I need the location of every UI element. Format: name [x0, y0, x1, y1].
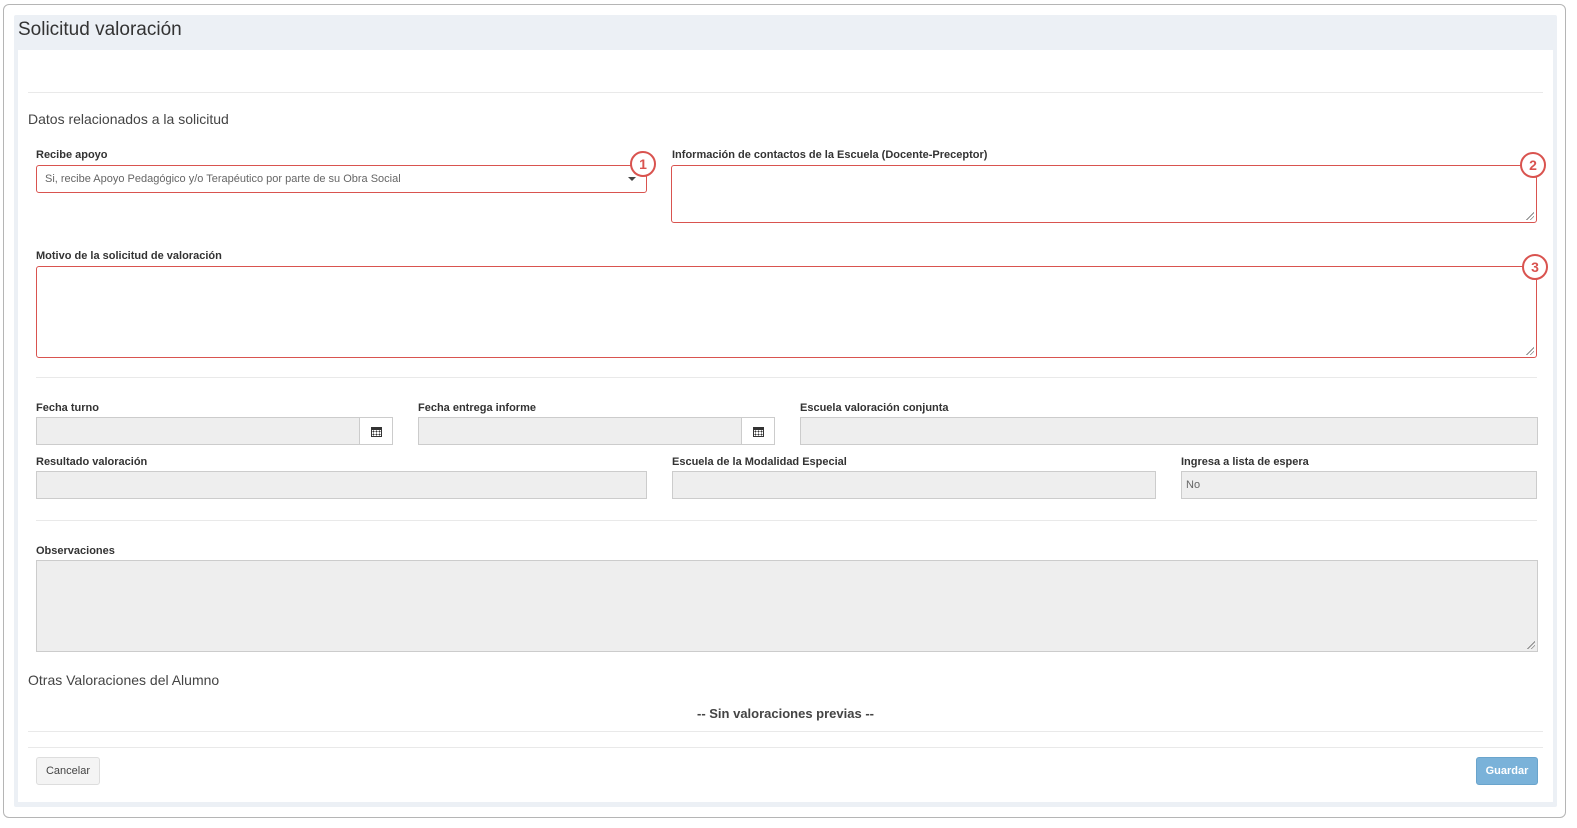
- annotation-badge-1: 1: [630, 151, 656, 177]
- window-frame: Solicitud valoración Datos relacionados …: [3, 4, 1566, 818]
- motivo-label: Motivo de la solicitud de valoración: [36, 250, 222, 262]
- caret-down-icon: [628, 177, 636, 181]
- motivo-textarea[interactable]: [36, 266, 1537, 358]
- recibe-apoyo-label: Recibe apoyo: [36, 149, 108, 161]
- solicitud-panel: Solicitud valoración Datos relacionados …: [14, 15, 1557, 807]
- fecha-turno-input[interactable]: [36, 417, 360, 445]
- divider: [28, 92, 1543, 93]
- resize-grip-icon[interactable]: [1526, 212, 1534, 220]
- observaciones-label: Observaciones: [36, 545, 115, 557]
- save-button[interactable]: Guardar: [1476, 757, 1538, 785]
- resultado-input[interactable]: [36, 471, 647, 499]
- fecha-entrega-calendar-button[interactable]: [741, 417, 775, 445]
- section-title-datos: Datos relacionados a la solicitud: [28, 111, 229, 127]
- section-title-otras: Otras Valoraciones del Alumno: [28, 672, 220, 688]
- resize-grip-icon[interactable]: [1527, 641, 1535, 649]
- recibe-apoyo-value: Si, recibe Apoyo Pedagógico y/o Terapéut…: [45, 173, 401, 185]
- empty-valoraciones-text: -- Sin valoraciones previas --: [696, 706, 874, 721]
- cancel-button[interactable]: Cancelar: [36, 757, 100, 785]
- fecha-turno-calendar-button[interactable]: [359, 417, 393, 445]
- divider: [36, 520, 1537, 521]
- observaciones-textarea[interactable]: [36, 560, 1538, 652]
- panel-body: Datos relacionados a la solicitud Recibe…: [18, 50, 1553, 802]
- contactos-label: Información de contactos de la Escuela (…: [672, 149, 988, 161]
- lista-espera-input[interactable]: No: [1181, 471, 1537, 499]
- lista-espera-label: Ingresa a lista de espera: [1181, 456, 1309, 468]
- fecha-entrega-label: Fecha entrega informe: [418, 402, 536, 414]
- divider: [28, 731, 1543, 732]
- calendar-icon: [370, 426, 382, 437]
- annotation-badge-2: 2: [1520, 152, 1546, 178]
- calendar-icon: [752, 426, 764, 437]
- lista-espera-value: No: [1186, 479, 1201, 491]
- contactos-textarea[interactable]: [671, 165, 1537, 223]
- resize-grip-icon[interactable]: [1526, 347, 1534, 355]
- panel-title: Solicitud valoración: [18, 19, 182, 40]
- recibe-apoyo-select[interactable]: Si, recibe Apoyo Pedagógico y/o Terapéut…: [36, 165, 647, 193]
- escuela-conjunta-input[interactable]: [800, 417, 1538, 445]
- escuela-modalidad-input[interactable]: [672, 471, 1156, 499]
- divider: [28, 747, 1543, 748]
- resultado-label: Resultado valoración: [36, 456, 148, 468]
- divider: [36, 377, 1537, 378]
- escuela-modalidad-label: Escuela de la Modalidad Especial: [672, 456, 847, 468]
- annotation-badge-3: 3: [1522, 254, 1548, 280]
- fecha-entrega-input[interactable]: [418, 417, 742, 445]
- fecha-turno-label: Fecha turno: [36, 402, 99, 414]
- escuela-conjunta-label: Escuela valoración conjunta: [800, 402, 949, 414]
